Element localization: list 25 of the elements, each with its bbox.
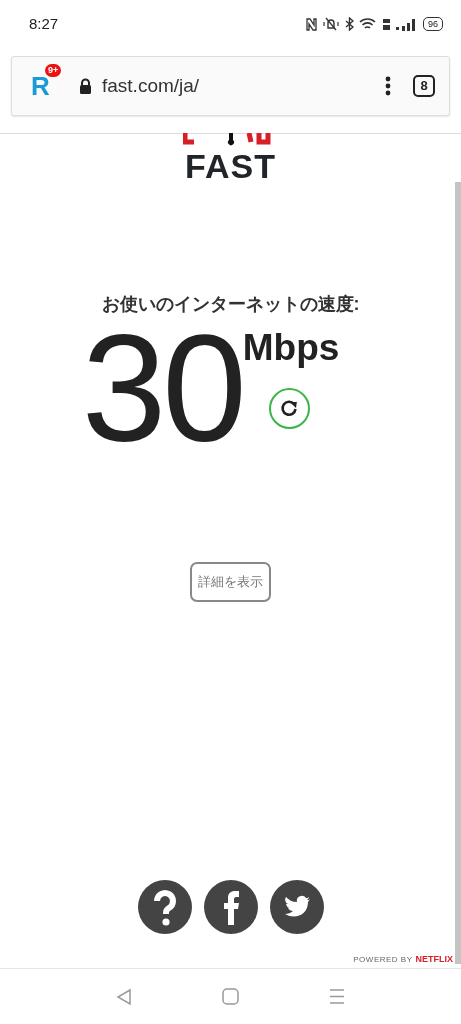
back-icon[interactable] bbox=[116, 987, 132, 1006]
tab-count[interactable]: 8 bbox=[413, 75, 435, 97]
url-text: fast.com/ja/ bbox=[102, 73, 201, 98]
help-icon[interactable] bbox=[137, 880, 192, 934]
show-details-button[interactable]: 詳細を表示 bbox=[190, 562, 271, 602]
fast-logo: FAST bbox=[185, 149, 276, 183]
clock: 8:27 bbox=[29, 13, 59, 34]
battery-level: 96 bbox=[423, 17, 443, 31]
wifi-icon bbox=[359, 17, 377, 31]
notification-badge: 9+ bbox=[45, 64, 62, 77]
refresh-icon bbox=[279, 398, 300, 418]
more-menu-icon[interactable] bbox=[385, 76, 391, 96]
home-icon[interactable] bbox=[222, 988, 239, 1005]
speed-unit: Mbps bbox=[242, 326, 340, 370]
bluetooth-icon bbox=[345, 17, 354, 31]
signal-icon bbox=[396, 17, 418, 31]
lock-icon bbox=[79, 78, 92, 94]
powered-by-label: POWERED BY bbox=[353, 953, 413, 966]
netflix-wordmark: NETFLIX bbox=[415, 952, 453, 966]
facebook-icon[interactable] bbox=[203, 880, 258, 934]
bird-icon[interactable] bbox=[269, 880, 324, 934]
refresh-button[interactable] bbox=[268, 387, 310, 429]
nfc-icon bbox=[306, 17, 317, 31]
muted-bell-icon bbox=[322, 17, 340, 31]
menu-icon[interactable] bbox=[329, 988, 345, 1005]
